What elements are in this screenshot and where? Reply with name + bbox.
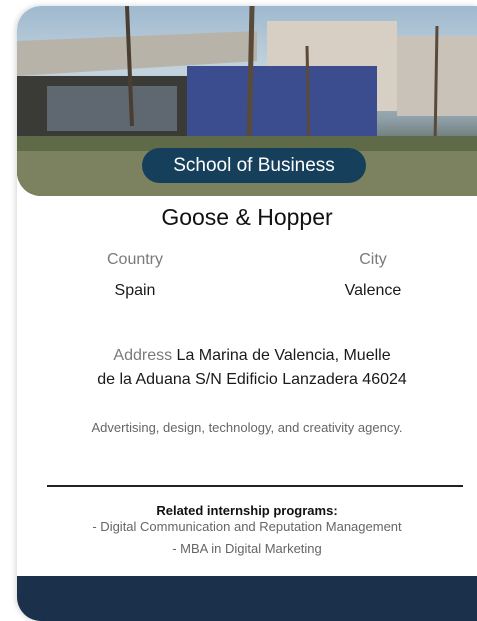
city-label: City [359,251,387,268]
program-item: - MBA in Digital Marketing [172,541,322,556]
country-label: Country [106,251,164,268]
city-value: Valence [344,282,402,299]
company-name: Goose & Hopper [161,204,333,230]
address-value-line1: La Marina de Valencia, Muelle [176,347,391,364]
country-value: Spain [114,282,156,299]
address-value-line2: de la Aduana S/N Edificio Lanzadera 4602… [97,371,407,388]
company-description: Advertising, design, technology, and cre… [91,420,403,435]
address-block: Address La Marina de Valencia, Muelle de… [57,344,447,392]
school-badge: School of Business [142,148,366,183]
address-label: Address [113,347,173,364]
card-footer [17,576,477,621]
company-card: School of Business Goose & Hopper Countr… [17,6,477,621]
related-programs-title: Related internship programs: [156,503,338,518]
program-item: - Digital Communication and Reputation M… [92,519,402,534]
divider [47,485,463,487]
company-photo: School of Business [17,6,477,196]
